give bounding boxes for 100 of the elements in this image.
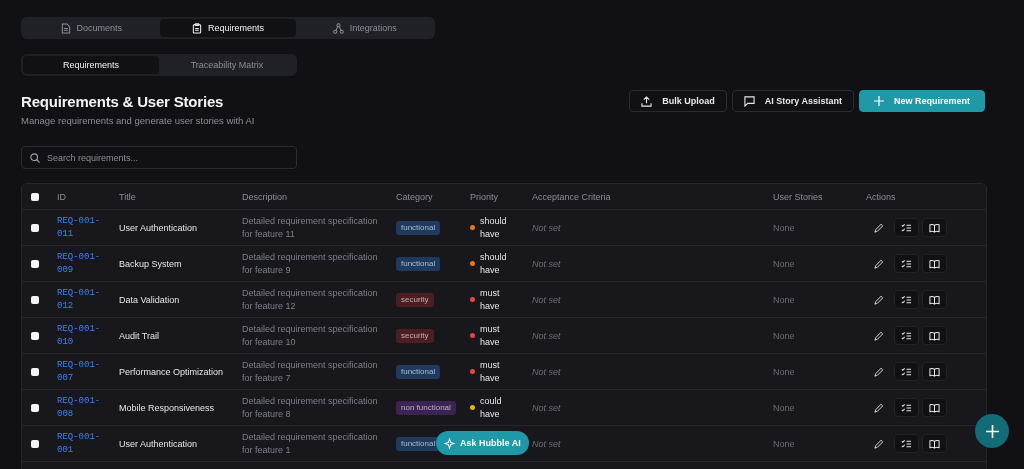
checklist-button[interactable] [894, 218, 919, 237]
pencil-icon [873, 294, 884, 305]
requirement-id-link[interactable]: REQ-001-007 [57, 358, 101, 385]
requirement-id-link[interactable]: REQ-001-010 [57, 322, 101, 349]
row-checkbox[interactable] [31, 403, 39, 412]
page-subtitle: Manage requirements and generate user stories with AI [21, 115, 255, 126]
table-cell: Backup System [119, 258, 182, 269]
book-icon [929, 438, 940, 449]
plus-icon [985, 424, 999, 438]
book-icon [929, 330, 940, 341]
book-icon [929, 222, 940, 233]
table-cell-text: must have [480, 286, 501, 313]
ai-assistant-button[interactable]: AI Story Assistant [731, 90, 854, 112]
column-header: User Stories [773, 191, 823, 202]
column-header: Acceptance Criteria [532, 191, 611, 202]
requirement-id-link[interactable]: REQ-001-009 [57, 250, 101, 277]
row-checkbox[interactable] [31, 259, 39, 268]
checklist-button[interactable] [894, 398, 919, 417]
row-checkbox[interactable] [31, 439, 39, 448]
clipboard-icon [192, 22, 202, 34]
column-header: Description [242, 191, 288, 202]
tab[interactable]: Requirements [23, 56, 159, 74]
table-cell: None [773, 366, 795, 377]
row-checkbox[interactable] [31, 223, 39, 232]
table-cell: Not set [532, 222, 561, 233]
table-cell: None [773, 294, 795, 305]
requirement-id-link[interactable]: REQ-001-001 [57, 430, 101, 457]
document-icon [60, 22, 71, 34]
story-button[interactable] [922, 398, 947, 417]
column-header: ID [57, 191, 66, 202]
table-cell: Not set [532, 294, 561, 305]
table-cell: Mobile Responsiveness [119, 402, 215, 413]
table-cell-text: Detailed requirement specification for feature 8 [242, 394, 379, 421]
table-cell: Data Validation [119, 294, 180, 305]
checklist-icon [901, 366, 912, 377]
pencil-icon [873, 258, 884, 269]
column-header: Priority [470, 191, 498, 202]
tab[interactable]: Documents [23, 19, 160, 37]
table-cell: None [773, 402, 795, 413]
checklist-icon [901, 258, 912, 269]
checklist-button[interactable] [894, 254, 919, 273]
search-field[interactable]: Search requirements... [21, 146, 297, 169]
select-all-checkbox[interactable] [31, 192, 39, 201]
checklist-button[interactable] [894, 362, 919, 381]
story-button[interactable] [922, 254, 947, 273]
table-cell: User Authentication [119, 438, 198, 449]
pencil-icon [873, 438, 884, 449]
bulk-upload-button[interactable]: Bulk Upload [629, 90, 727, 112]
table-cell-text: should have [480, 250, 508, 277]
table-cell: None [773, 258, 795, 269]
category-tag: non functional [396, 400, 456, 415]
column-header: Title [119, 191, 136, 202]
story-button[interactable] [922, 362, 947, 381]
upload-icon [641, 95, 653, 107]
pencil-icon [873, 366, 884, 377]
requirement-id-link[interactable]: REQ-001-011 [57, 214, 101, 241]
story-button[interactable] [922, 218, 947, 237]
column-header: Actions [866, 191, 896, 202]
row-checkbox[interactable] [31, 367, 39, 376]
new-requirement-button[interactable]: New Requirement [858, 90, 985, 112]
story-button[interactable] [922, 434, 947, 453]
table-cell-text: Detailed requirement specification for feature 1 [242, 430, 379, 457]
checklist-button[interactable] [894, 434, 919, 453]
table-cell: Not set [532, 330, 561, 341]
tab[interactable]: Traceability Matrix [159, 56, 295, 74]
table-cell-text: Detailed requirement specification for feature 12 [242, 286, 379, 313]
row-checkbox[interactable] [31, 295, 39, 304]
table-cell-text: must have [480, 322, 501, 349]
requirement-id-link[interactable]: REQ-001-008 [57, 394, 101, 421]
category-tag: security [396, 328, 434, 343]
pencil-icon [873, 222, 884, 233]
tab[interactable]: Requirements [159, 19, 297, 37]
ask-ai-button[interactable]: Ask Hubble AI [436, 431, 529, 455]
row-checkbox[interactable] [31, 331, 39, 340]
requirement-id-link[interactable]: REQ-001-012 [57, 286, 101, 313]
checklist-icon [901, 330, 912, 341]
network-icon [332, 22, 344, 34]
checklist-button[interactable] [894, 326, 919, 345]
book-icon [929, 366, 940, 377]
table-cell-text: should have [480, 214, 508, 241]
chat-icon [743, 95, 755, 107]
story-button[interactable] [922, 326, 947, 345]
checklist-icon [901, 222, 912, 233]
table-cell: Audit Trail [119, 330, 160, 341]
table-cell-text: must have [480, 358, 501, 385]
category-tag: security [396, 292, 434, 307]
table-cell: None [773, 438, 795, 449]
category-tag: functional [396, 364, 441, 379]
checklist-button[interactable] [894, 290, 919, 309]
story-button[interactable] [922, 290, 947, 309]
table-cell: User Authentication [119, 222, 198, 233]
tab[interactable]: Integrations [296, 19, 433, 37]
table-cell-text: Detailed requirement specification for feature 10 [242, 322, 379, 349]
plus-icon [873, 96, 884, 106]
table-cell-text: Detailed requirement specification for feature 7 [242, 358, 379, 385]
sparkle-icon [444, 437, 455, 449]
add-fab-button[interactable] [975, 414, 1009, 448]
table-cell: None [773, 222, 795, 233]
checklist-icon [901, 402, 912, 413]
table-cell-text: Detailed requirement specification for feature 11 [242, 214, 379, 241]
